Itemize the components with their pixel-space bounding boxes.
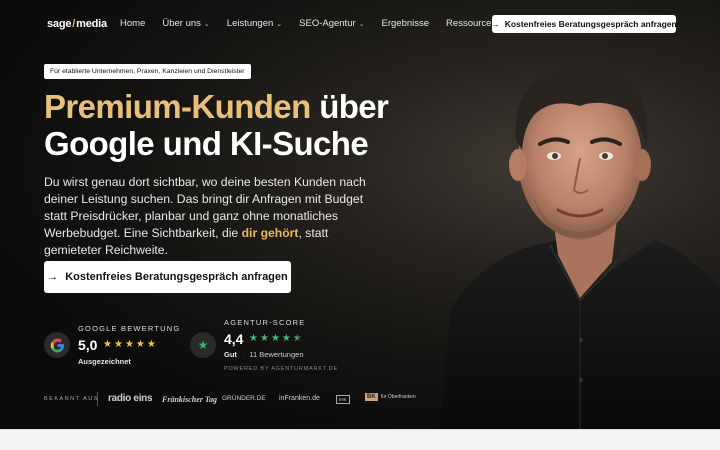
agentur-rating-label: Gut xyxy=(224,350,237,359)
hero-headline: Premium-Kunden über Google und KI-Suche xyxy=(44,88,444,162)
portrait-photo xyxy=(440,64,720,429)
agentur-score-value: 4,4 xyxy=(224,331,244,347)
agentur-powered-by[interactable]: POWERED BY AGENTURMARKT.DE xyxy=(224,366,338,372)
star-icon: ★ xyxy=(281,333,291,344)
star-icon: ★ xyxy=(270,333,280,344)
google-g-icon xyxy=(44,332,70,358)
google-star-rating: ★ ★ ★ ★ ★ xyxy=(103,340,156,350)
logo-text-left: sage xyxy=(47,18,72,30)
nav-label: Über uns xyxy=(162,18,201,29)
nav-label: SEO-Agentur xyxy=(299,18,356,29)
star-icon: ★ xyxy=(135,339,145,350)
nav-item-leistungen[interactable]: Leistungen ⌄ xyxy=(227,18,282,29)
press-logo-radioeins: radio eins xyxy=(108,393,153,404)
google-rating-score: 5,0 xyxy=(78,337,98,353)
headline-highlight: Premium-Kunden xyxy=(44,88,311,125)
agentur-review-count: 11 Bewertungen xyxy=(249,350,304,359)
bk-mark: BK xyxy=(365,393,378,401)
arrow-right-icon: → xyxy=(47,271,59,283)
agentur-star-rating: ★ ★ ★ ★ ★ xyxy=(249,334,302,344)
arrow-right-icon: → xyxy=(491,19,500,29)
nav-item-seo-agentur[interactable]: SEO-Agentur ⌄ xyxy=(299,18,364,29)
agentur-score-details: Gut · 11 Bewertungen xyxy=(224,350,304,359)
press-label: BEKANNT AUS xyxy=(44,396,99,402)
press-logo-fraenkischer-tag: Fränkischer Tag xyxy=(162,395,218,404)
press-logo-bk: BK für Oberfranken xyxy=(365,393,416,401)
headline-part-2: Google und KI-Suche xyxy=(44,125,369,162)
nav-item-ergebnisse[interactable]: Ergebnisse xyxy=(382,18,430,29)
star-badge-icon: ★ xyxy=(190,332,216,358)
hero-section: sage/media Home Über uns ⌄ Leistungen ⌄ SE… xyxy=(0,0,720,429)
star-icon: ★ xyxy=(259,333,269,344)
bk-text: für Oberfranken xyxy=(380,394,416,400)
press-logo-ihk: IHK xyxy=(336,395,350,404)
headline-part-1: über xyxy=(310,88,389,125)
press-logo-infranken: inFranken.de xyxy=(279,395,320,402)
nav-cta-button[interactable]: → Kostenfreies Beratungsgespräch anfrage… xyxy=(491,15,677,33)
lead-highlight: dir gehört xyxy=(241,226,299,240)
star-half-icon: ★ xyxy=(292,333,302,344)
google-rating-title: GOOGLE BEWERTUNG xyxy=(78,324,181,333)
brand-logo[interactable]: sage/media xyxy=(47,18,107,30)
nav-cta-label: Kostenfreies Beratungsgespräch anfragen xyxy=(504,19,677,29)
star-icon: ★ xyxy=(146,339,156,350)
star-icon: ★ xyxy=(249,333,258,344)
chevron-down-icon: ⌄ xyxy=(203,20,210,28)
logo-slash: / xyxy=(72,18,76,30)
audience-tagline: Für etablierte Unternehmen, Praxen, Kanz… xyxy=(44,64,251,79)
press-logo-gruender: GRÜNDER.DE xyxy=(222,395,266,402)
hero-cta-label: Kostenfreies Beratungsgespräch anfragen xyxy=(65,271,288,283)
press-divider xyxy=(97,392,98,406)
chevron-down-icon: ⌄ xyxy=(276,20,283,28)
star-icon: ★ xyxy=(113,339,123,350)
logo-text-right: media xyxy=(76,18,107,30)
hero-lead-paragraph: Du wirst genau dort sichtbar, wo deine b… xyxy=(44,174,389,259)
star-icon: ★ xyxy=(124,339,134,350)
next-section-edge xyxy=(0,429,720,450)
chevron-down-icon: ⌄ xyxy=(358,20,365,28)
nav-label: Home xyxy=(120,18,146,29)
nav-item-ueber-uns[interactable]: Über uns ⌄ xyxy=(162,18,209,29)
google-rating-label: Ausgezeichnet xyxy=(78,357,131,366)
main-navigation: Home Über uns ⌄ Leistungen ⌄ SEO-Agentur ⌄ … xyxy=(120,18,523,29)
nav-item-home[interactable]: Home xyxy=(120,18,145,29)
agentur-score-title: AGENTUR-SCORE xyxy=(224,318,306,327)
nav-label: Leistungen xyxy=(226,18,274,29)
nav-label: Ressourcen xyxy=(446,18,497,29)
hero-cta-button[interactable]: → Kostenfreies Beratungsgespräch anfrage… xyxy=(44,261,291,293)
nav-label: Ergebnisse xyxy=(381,18,430,29)
star-icon: ★ xyxy=(103,339,112,350)
